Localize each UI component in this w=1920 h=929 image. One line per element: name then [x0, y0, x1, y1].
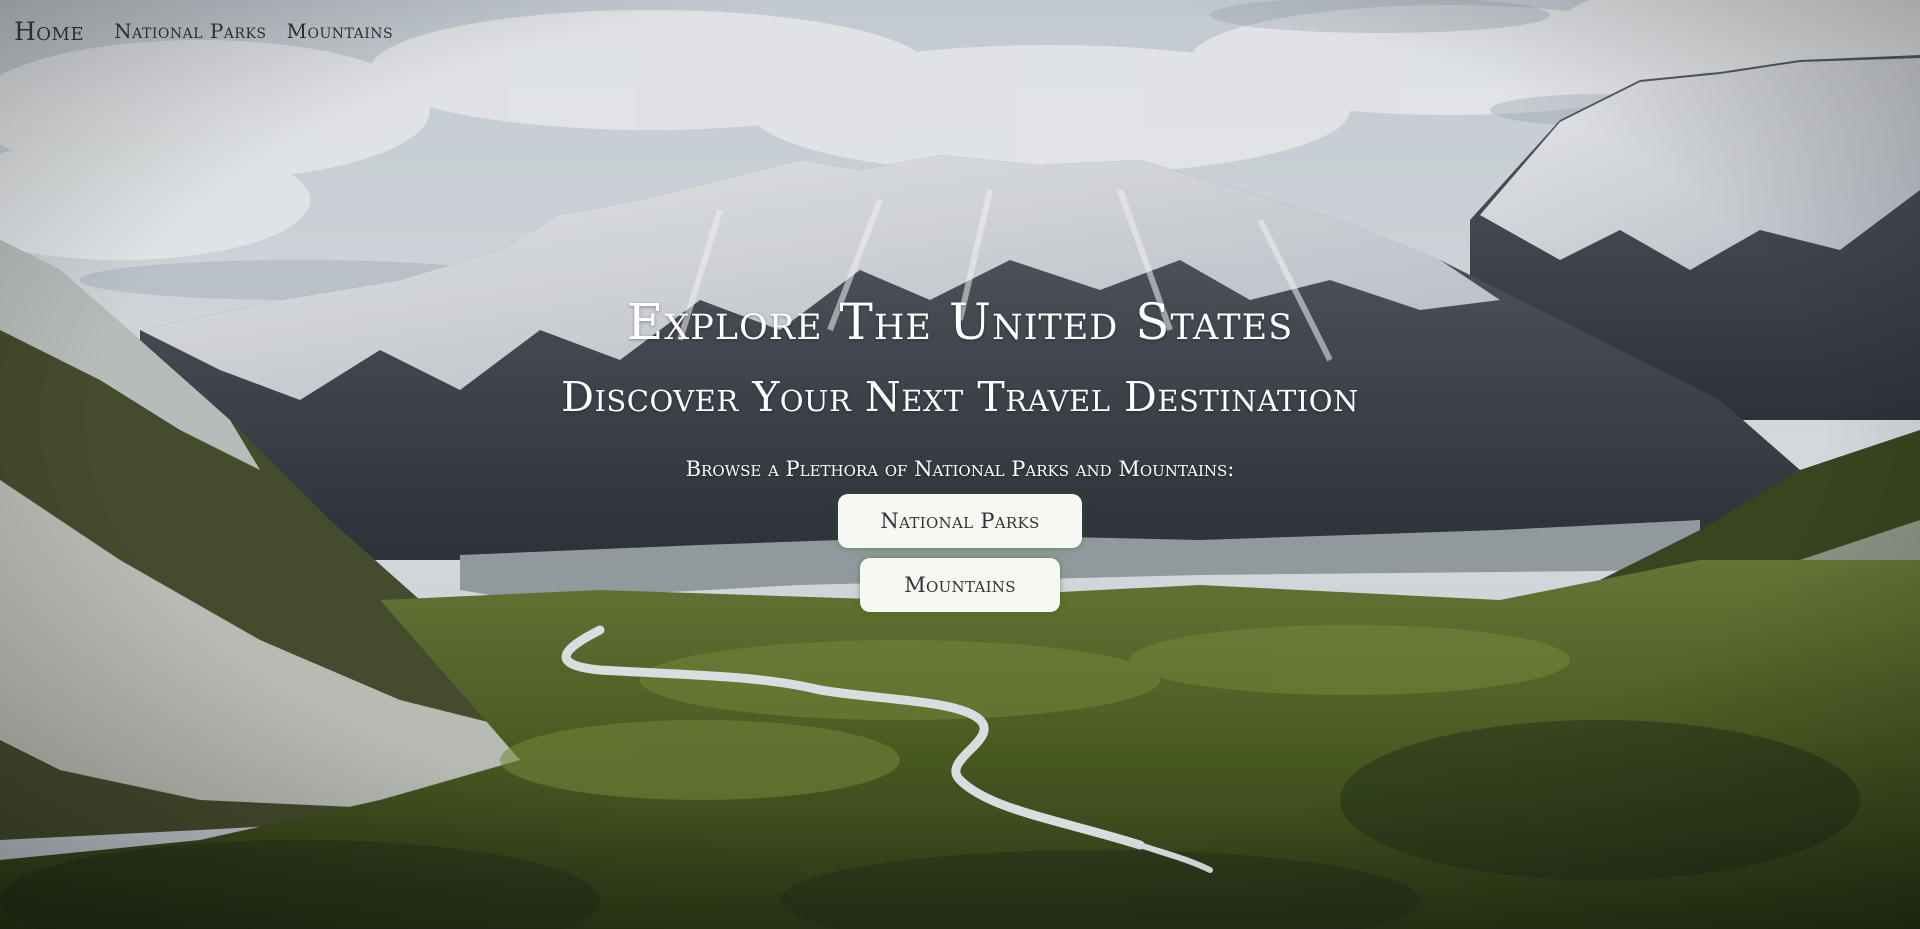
page-title: Explore The United States: [626, 293, 1294, 351]
nav-national-parks-link[interactable]: National Parks: [114, 19, 266, 43]
hero-content: Explore The United States Discover Your …: [0, 0, 1920, 929]
hero-section: Home National Parks Mountains Explore Th…: [0, 0, 1920, 929]
mountains-button[interactable]: Mountains: [860, 558, 1060, 612]
nav-mountains-link[interactable]: Mountains: [287, 19, 394, 43]
national-parks-button[interactable]: National Parks: [838, 494, 1082, 548]
top-nav: Home National Parks Mountains: [0, 0, 413, 62]
nav-home-link[interactable]: Home: [14, 17, 84, 46]
browse-prompt: Browse a Plethora of National Parks and …: [685, 457, 1235, 481]
page-subtitle: Discover Your Next Travel Destination: [561, 373, 1359, 421]
